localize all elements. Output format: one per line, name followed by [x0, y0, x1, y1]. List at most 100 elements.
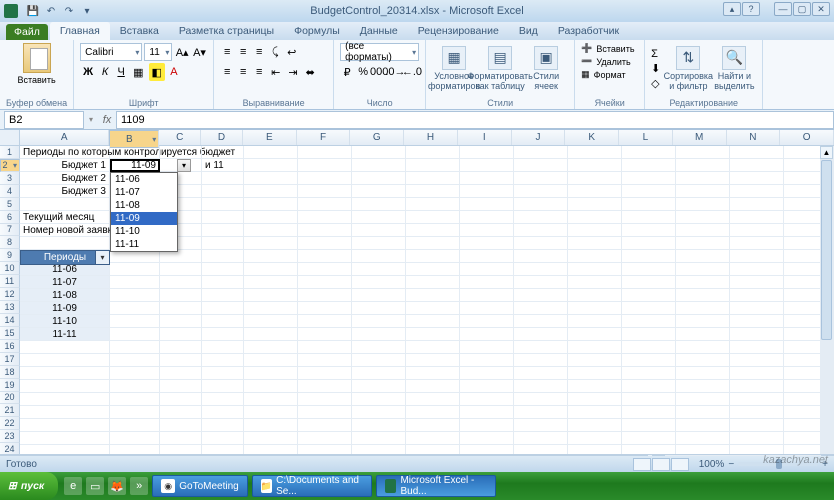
cell[interactable] — [676, 354, 730, 367]
cell[interactable] — [110, 354, 160, 367]
cell[interactable] — [568, 341, 622, 354]
cell[interactable] — [298, 328, 352, 341]
cell[interactable] — [160, 276, 202, 289]
help-icon[interactable]: ? — [742, 2, 760, 16]
cell[interactable] — [406, 367, 460, 380]
cell[interactable] — [352, 393, 406, 406]
cell[interactable] — [568, 367, 622, 380]
cell[interactable] — [622, 302, 676, 315]
cell[interactable] — [568, 276, 622, 289]
cell[interactable] — [676, 432, 730, 445]
cell[interactable] — [622, 341, 676, 354]
cell[interactable] — [352, 419, 406, 432]
cell[interactable] — [244, 432, 298, 445]
cell[interactable] — [568, 146, 622, 159]
cell[interactable] — [730, 237, 784, 250]
cell[interactable] — [202, 224, 244, 237]
cell[interactable] — [622, 146, 676, 159]
row-header[interactable]: 22 — [0, 417, 20, 430]
cell[interactable] — [622, 380, 676, 393]
cell[interactable] — [622, 406, 676, 419]
cell[interactable] — [352, 250, 406, 263]
cell[interactable] — [110, 302, 160, 315]
cell[interactable] — [160, 328, 202, 341]
cell[interactable] — [352, 328, 406, 341]
dropdown-option[interactable]: 11-06 — [111, 173, 177, 186]
cell[interactable] — [676, 406, 730, 419]
orientation-icon[interactable]: ⤹ — [268, 43, 282, 61]
cell[interactable] — [110, 341, 160, 354]
format-cells[interactable]: Формат — [594, 70, 626, 80]
cell[interactable] — [514, 380, 568, 393]
cell[interactable] — [244, 198, 298, 211]
cell[interactable] — [352, 224, 406, 237]
row-header[interactable]: 9 — [0, 249, 20, 262]
cell[interactable] — [568, 211, 622, 224]
cell[interactable] — [514, 172, 568, 185]
cell[interactable]: Бюджет 2 — [20, 172, 110, 185]
formula-input[interactable]: 1109 — [116, 111, 834, 129]
cell[interactable] — [406, 315, 460, 328]
undo-icon[interactable]: ↶ — [44, 4, 58, 18]
cell[interactable]: Текущий месяц — [20, 211, 110, 224]
cell[interactable] — [298, 419, 352, 432]
cell[interactable] — [20, 432, 110, 445]
cell[interactable] — [622, 237, 676, 250]
ql-ie-icon[interactable]: e — [64, 477, 82, 495]
cell[interactable] — [110, 276, 160, 289]
cell[interactable] — [514, 328, 568, 341]
col-K[interactable]: K — [565, 130, 619, 145]
cell[interactable] — [730, 224, 784, 237]
cell[interactable]: 11-11 — [20, 328, 110, 341]
row-header[interactable]: 11 — [0, 275, 20, 288]
cell[interactable] — [244, 250, 298, 263]
cell[interactable] — [514, 367, 568, 380]
cell[interactable] — [730, 328, 784, 341]
cell[interactable] — [622, 172, 676, 185]
cell[interactable] — [568, 393, 622, 406]
cell[interactable] — [110, 328, 160, 341]
cell[interactable] — [298, 211, 352, 224]
cell[interactable] — [160, 315, 202, 328]
cell[interactable]: Бюджет 3 — [20, 185, 110, 198]
cell[interactable] — [460, 367, 514, 380]
cell[interactable] — [568, 237, 622, 250]
row-header[interactable]: 1 — [0, 146, 20, 159]
cell[interactable] — [244, 367, 298, 380]
cell[interactable] — [568, 419, 622, 432]
cell[interactable] — [568, 302, 622, 315]
row-header[interactable]: 3 — [0, 172, 20, 185]
cell[interactable] — [244, 380, 298, 393]
col-E[interactable]: E — [243, 130, 297, 145]
cell[interactable] — [406, 354, 460, 367]
cell[interactable] — [202, 354, 244, 367]
cell[interactable] — [676, 198, 730, 211]
cell[interactable] — [298, 198, 352, 211]
decrease-font-icon[interactable]: A▾ — [192, 43, 207, 61]
cell[interactable] — [568, 263, 622, 276]
clear-icon[interactable]: ◇ — [651, 77, 660, 90]
cell[interactable] — [460, 393, 514, 406]
cell[interactable] — [244, 393, 298, 406]
qat-more-icon[interactable]: ▾ — [80, 4, 94, 18]
cell[interactable] — [730, 250, 784, 263]
cell[interactable]: Номер новой заявки — [20, 224, 110, 237]
cell[interactable] — [460, 380, 514, 393]
cell[interactable] — [730, 159, 784, 172]
cell[interactable] — [568, 250, 622, 263]
cell[interactable] — [622, 198, 676, 211]
cell[interactable] — [110, 263, 160, 276]
cell[interactable] — [160, 432, 202, 445]
col-D[interactable]: D — [201, 130, 243, 145]
cell[interactable] — [20, 406, 110, 419]
cell[interactable] — [730, 198, 784, 211]
save-icon[interactable]: 💾 — [26, 4, 40, 18]
cell[interactable] — [622, 315, 676, 328]
cell[interactable] — [406, 211, 460, 224]
cell[interactable] — [406, 432, 460, 445]
cell[interactable] — [160, 406, 202, 419]
cell[interactable] — [202, 406, 244, 419]
row-header[interactable]: 16 — [0, 340, 20, 353]
cell[interactable] — [460, 211, 514, 224]
dec-decimal-icon[interactable]: ←.0 — [405, 63, 420, 81]
